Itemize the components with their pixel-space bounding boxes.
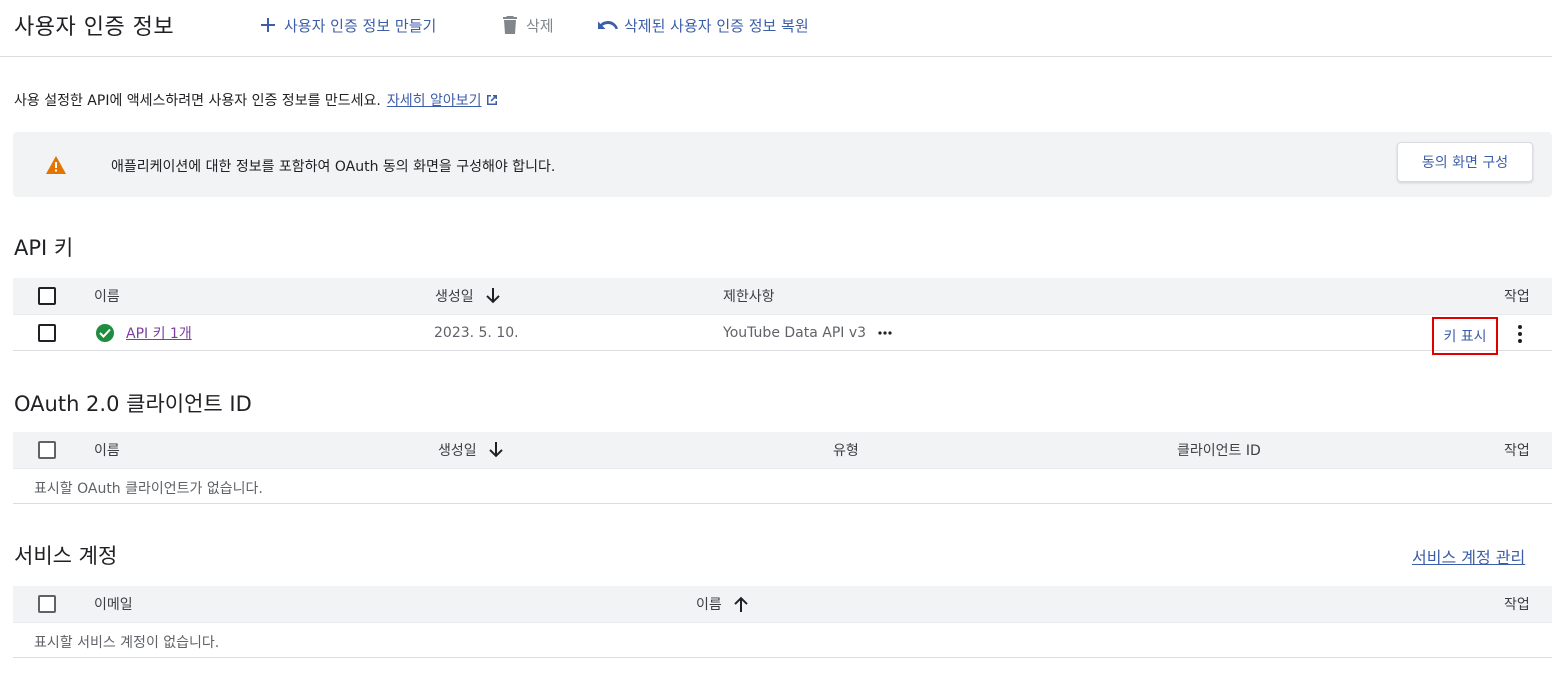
top-toolbar: 사용자 인증 정보 사용자 인증 정보 만들기 삭제 삭제된 사용자 인증 정보… xyxy=(0,0,1552,57)
delete-label: 삭제 xyxy=(526,16,554,35)
create-credentials-button[interactable]: 사용자 인증 정보 만들기 xyxy=(258,14,436,36)
more-vert-icon[interactable] xyxy=(1510,323,1530,345)
column-name: 이름 xyxy=(94,289,120,305)
trash-icon xyxy=(500,15,520,35)
empty-message: 표시할 OAuth 클라이언트가 없습니다. xyxy=(34,481,263,497)
show-key-button[interactable]: 키 표시 xyxy=(1432,317,1498,355)
more-horiz-icon[interactable] xyxy=(878,330,892,335)
row-checkbox[interactable] xyxy=(38,323,56,342)
restore-deleted-label: 삭제된 사용자 인증 정보 복원 xyxy=(624,16,809,35)
column-actions: 작업 xyxy=(1504,597,1530,613)
column-name[interactable]: 이름 xyxy=(696,586,748,622)
oauth-title: OAuth 2.0 클라이언트 ID xyxy=(14,392,252,416)
manage-service-accounts-link[interactable]: 서비스 계정 관리 xyxy=(1412,544,1525,568)
external-link-icon xyxy=(486,94,498,106)
arrow-up-icon xyxy=(734,596,748,612)
empty-row: 표시할 서비스 계정이 없습니다. xyxy=(13,622,1552,658)
api-keys-table: 이름 생성일 제한사항 작업 API 키 1개 2023. 5. 10. You… xyxy=(13,278,1552,355)
oauth-consent-banner: 애플리케이션에 대한 정보를 포함하여 OAuth 동의 화면을 구성해야 합니… xyxy=(13,132,1552,197)
select-all-checkbox[interactable] xyxy=(38,595,56,613)
column-created-label: 생성일 xyxy=(435,289,474,305)
table-header: 이메일 이름 작업 xyxy=(13,586,1552,622)
column-actions: 작업 xyxy=(1504,289,1530,305)
undo-icon xyxy=(598,15,618,35)
table-row: API 키 1개 2023. 5. 10. YouTube Data API v… xyxy=(13,314,1552,355)
column-actions: 작업 xyxy=(1504,443,1530,459)
service-accounts-table: 이메일 이름 작업 표시할 서비스 계정이 없습니다. xyxy=(13,586,1552,658)
page-title: 사용자 인증 정보 xyxy=(14,15,175,40)
create-credentials-label: 사용자 인증 정보 만들기 xyxy=(284,16,437,35)
api-keys-title: API 키 xyxy=(14,236,74,260)
check-circle-icon xyxy=(96,323,114,342)
column-type: 유형 xyxy=(833,443,859,459)
arrow-down-icon xyxy=(488,442,503,458)
learn-more-link[interactable]: 자세히 알아보기 xyxy=(387,90,482,110)
table-header: 이름 생성일 제한사항 작업 xyxy=(13,278,1552,314)
warning-icon xyxy=(46,156,66,174)
delete-button[interactable]: 삭제 xyxy=(500,14,554,36)
arrow-down-icon xyxy=(485,288,500,304)
restore-deleted-button[interactable]: 삭제된 사용자 인증 정보 복원 xyxy=(598,14,809,36)
banner-message: 애플리케이션에 대한 정보를 포함하여 OAuth 동의 화면을 구성해야 합니… xyxy=(111,159,556,175)
api-key-created: 2023. 5. 10. xyxy=(434,324,519,341)
api-key-restriction: YouTube Data API v3 xyxy=(723,324,867,341)
column-client-id: 클라이언트 ID xyxy=(1177,443,1261,459)
configure-consent-screen-button[interactable]: 동의 화면 구성 xyxy=(1397,142,1533,182)
empty-message: 표시할 서비스 계정이 없습니다. xyxy=(34,635,220,651)
column-created-label: 생성일 xyxy=(438,443,477,459)
select-all-checkbox[interactable] xyxy=(38,441,56,459)
table-header: 이름 생성일 유형 클라이언트 ID 작업 xyxy=(13,432,1552,468)
column-created[interactable]: 생성일 xyxy=(438,432,503,468)
intro-text: 사용 설정한 API에 액세스하려면 사용자 인증 정보를 만드세요. 자세히 … xyxy=(14,90,498,110)
column-name: 이름 xyxy=(94,443,120,459)
column-created[interactable]: 생성일 xyxy=(435,278,500,314)
intro-message: 사용 설정한 API에 액세스하려면 사용자 인증 정보를 만드세요. xyxy=(14,93,381,109)
plus-icon xyxy=(258,15,278,35)
column-email: 이메일 xyxy=(94,597,133,613)
api-key-name-link[interactable]: API 키 1개 xyxy=(126,323,192,343)
service-accounts-title: 서비스 계정 xyxy=(14,544,118,568)
oauth-table: 이름 생성일 유형 클라이언트 ID 작업 표시할 OAuth 클라이언트가 없… xyxy=(13,432,1552,504)
empty-row: 표시할 OAuth 클라이언트가 없습니다. xyxy=(13,468,1552,504)
column-restrictions: 제한사항 xyxy=(723,289,775,305)
column-name-label: 이름 xyxy=(696,597,722,613)
select-all-checkbox[interactable] xyxy=(38,287,56,305)
